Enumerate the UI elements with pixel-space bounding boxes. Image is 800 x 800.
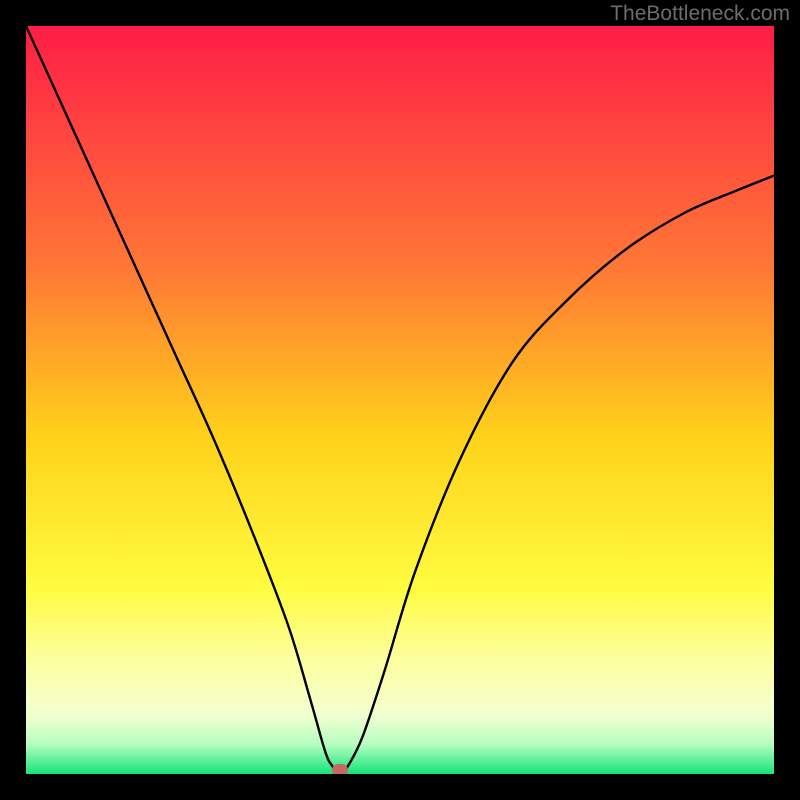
bottleneck-curve — [26, 26, 774, 774]
chart-frame: TheBottleneck.com — [0, 0, 800, 800]
plot-area — [26, 26, 774, 774]
optimal-point-marker — [332, 764, 348, 774]
watermark-text: TheBottleneck.com — [610, 2, 790, 26]
